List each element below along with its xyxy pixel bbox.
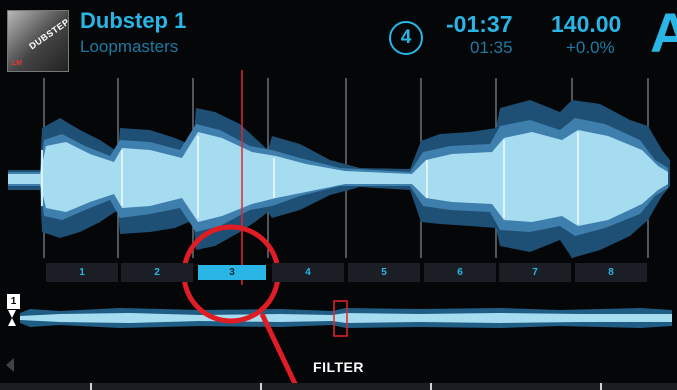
beat-marker[interactable]: 6: [424, 263, 496, 282]
beat-marker[interactable]: 2: [121, 263, 193, 282]
deck-display: DUBSTEP LM Dubstep 1 Loopmasters 4 -01:3…: [0, 0, 677, 390]
beat-marker-active[interactable]: 3: [198, 265, 266, 280]
beat-marker[interactable]: 1: [46, 263, 118, 282]
beat-markers: 1 2 3 4 5 6 7 8: [44, 263, 674, 282]
softkey-divider: [90, 383, 92, 390]
softkey-bar: [0, 383, 677, 390]
beat-marker[interactable]: 7: [499, 263, 571, 282]
overview-cue-number: 1: [7, 294, 20, 309]
waveform-view[interactable]: [0, 0, 677, 390]
overview-waveform[interactable]: [8, 300, 672, 337]
softkey-divider: [430, 383, 432, 390]
cue-flag-icon: [8, 310, 16, 326]
softkey-divider: [260, 383, 262, 390]
beat-marker[interactable]: 4: [272, 263, 344, 282]
softkey-divider: [600, 383, 602, 390]
beat-marker[interactable]: 5: [348, 263, 420, 282]
filter-label: FILTER: [313, 359, 364, 375]
beat-marker[interactable]: 8: [575, 263, 647, 282]
